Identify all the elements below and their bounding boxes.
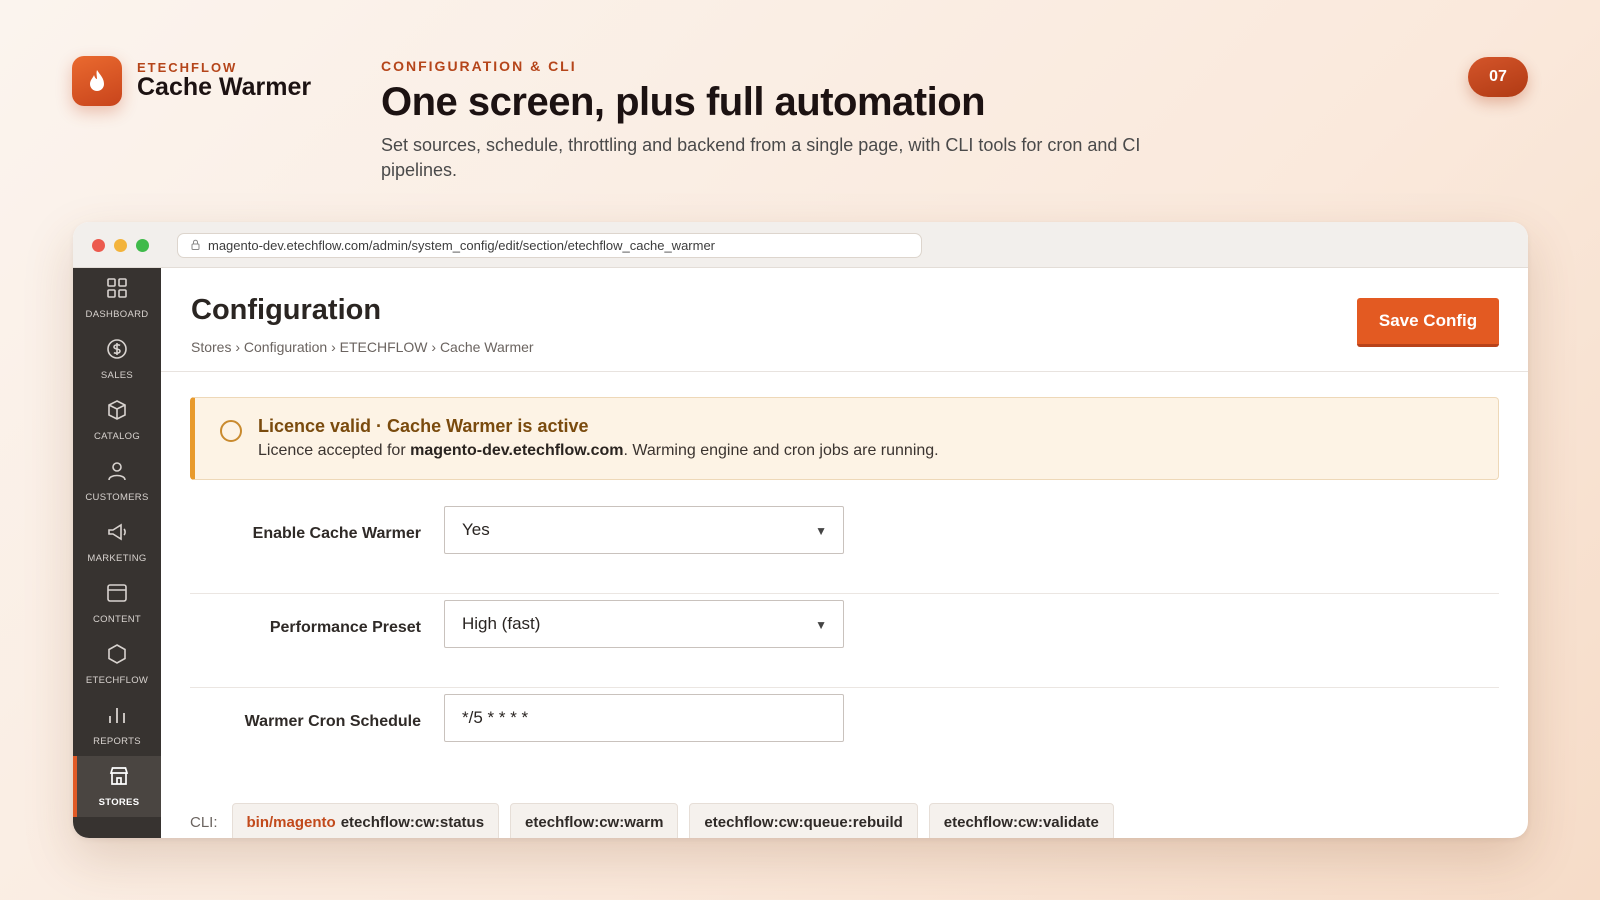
sidebar-item-dashboard[interactable]: DASHBOARD	[73, 268, 161, 329]
sidebar-item-label: ETECHFLOW	[85, 675, 149, 686]
sidebar-item-reports[interactable]: REPORTS	[73, 695, 161, 756]
window-minimize-button[interactable]	[114, 239, 127, 252]
cron-schedule-input[interactable]: */5 * * * *	[444, 694, 844, 742]
sidebar-item-stores[interactable]: STORES	[73, 756, 161, 817]
sidebar-item-label: MARKETING	[87, 553, 147, 564]
browser-titlebar: magento-dev.etechflow.com/admin/system_c…	[73, 222, 1528, 268]
cli-bin-prefix: bin/magento	[246, 813, 336, 831]
field-row-cron: Warmer Cron Schedule */5 * * * *	[190, 686, 1499, 782]
flame-icon	[72, 56, 122, 106]
megaphone-icon	[106, 521, 128, 548]
window-close-button[interactable]	[92, 239, 105, 252]
person-icon	[106, 460, 128, 487]
brand-name: Cache Warmer	[137, 73, 312, 101]
cli-chip-status[interactable]: bin/magento etechflow:cw:status	[231, 803, 500, 838]
licence-notice: Licence valid · Cache Warmer is active L…	[190, 397, 1499, 480]
input-value: */5 * * * *	[462, 708, 529, 727]
notice-domain: magento-dev.etechflow.com	[410, 442, 624, 459]
cli-commands: CLI: bin/magento etechflow:cw:status ete…	[190, 803, 1114, 838]
chevron-down-icon: ▼	[815, 524, 827, 538]
cli-command: etechflow:cw:queue:rebuild	[704, 813, 903, 831]
box-icon	[106, 399, 128, 426]
sidebar-item-etechflow[interactable]: ETECHFLOW	[73, 634, 161, 695]
sidebar-item-label: CATALOG	[93, 431, 141, 442]
field-row-preset: Performance Preset High (fast) ▼	[190, 592, 1499, 688]
sidebar-item-label: REPORTS	[93, 736, 141, 747]
cli-chip-queue-rebuild[interactable]: etechflow:cw:queue:rebuild	[689, 803, 918, 838]
page-number-badge: 07	[1468, 57, 1528, 97]
store-icon	[108, 765, 130, 792]
hero-subtitle: Set sources, schedule, throttling and ba…	[381, 135, 1141, 180]
sidebar-item-label: CUSTOMERS	[85, 492, 149, 503]
hero-kicker: CONFIGURATION & CLI	[381, 58, 577, 74]
enable-cache-warmer-select[interactable]: Yes ▼	[444, 506, 844, 554]
sidebar-item-content[interactable]: CONTENT	[73, 573, 161, 634]
bar-chart-icon	[106, 704, 128, 731]
status-circle-icon	[220, 420, 242, 442]
notice-text-after: . Warming engine and cron jobs are runni…	[623, 442, 939, 459]
hero-title: One screen, plus full automation	[381, 80, 986, 124]
save-config-button[interactable]: Save Config	[1357, 298, 1499, 347]
url-bar[interactable]: magento-dev.etechflow.com/admin/system_c…	[177, 233, 922, 258]
main-content: Configuration Stores › Configuration › E…	[161, 268, 1528, 838]
notice-title: Licence valid · Cache Warmer is active	[258, 416, 589, 436]
sidebar-item-catalog[interactable]: CATALOG	[73, 390, 161, 451]
cli-label: CLI:	[190, 813, 218, 831]
sidebar-item-label: SALES	[100, 370, 134, 381]
breadcrumb: Stores › Configuration › ETECHFLOW › Cac…	[191, 339, 534, 355]
hero: CONFIGURATION & CLI One screen, plus ful…	[381, 58, 1241, 183]
cli-command: etechflow:cw:validate	[943, 813, 1099, 831]
select-value: Yes	[462, 520, 490, 539]
brand: ETECHFLOW Cache Warmer	[72, 56, 311, 106]
dollar-icon	[106, 338, 128, 365]
page-title: Configuration	[191, 294, 382, 326]
cli-chip-warm[interactable]: etechflow:cw:warm	[510, 803, 679, 838]
layout-icon	[106, 582, 128, 609]
sidebar-item-label: STORES	[98, 797, 140, 808]
chevron-down-icon: ▼	[815, 618, 827, 632]
sidebar-item-marketing[interactable]: MARKETING	[73, 512, 161, 573]
sidebar-item-label: CONTENT	[92, 614, 141, 625]
select-value: High (fast)	[462, 614, 541, 633]
window-maximize-button[interactable]	[136, 239, 149, 252]
cli-command: etechflow:cw:status	[340, 813, 485, 831]
performance-preset-select[interactable]: High (fast) ▼	[444, 600, 844, 648]
field-label: Enable Cache Warmer	[252, 525, 421, 542]
url-text: magento-dev.etechflow.com/admin/system_c…	[208, 238, 716, 253]
admin-sidebar: DASHBOARD SALES CATALOG CUSTOMERS MARKET…	[73, 268, 161, 838]
field-label: Warmer Cron Schedule	[244, 713, 421, 730]
page-header: Configuration Stores › Configuration › E…	[161, 268, 1528, 372]
sidebar-item-customers[interactable]: CUSTOMERS	[73, 451, 161, 512]
sidebar-item-label: DASHBOARD	[85, 309, 149, 320]
hexagon-icon	[106, 643, 128, 670]
cli-command: etechflow:cw:warm	[525, 813, 664, 831]
notice-text: Licence accepted for magento-dev.etechfl…	[258, 442, 939, 460]
cli-chip-validate[interactable]: etechflow:cw:validate	[928, 803, 1114, 838]
field-row-enable: Enable Cache Warmer Yes ▼	[190, 498, 1499, 594]
lock-icon	[191, 238, 200, 253]
dashboard-grid-icon	[106, 277, 128, 304]
field-label: Performance Preset	[269, 619, 421, 636]
notice-text-before: Licence accepted for	[258, 442, 411, 459]
browser-window: magento-dev.etechflow.com/admin/system_c…	[73, 222, 1528, 838]
sidebar-item-sales[interactable]: SALES	[73, 329, 161, 390]
